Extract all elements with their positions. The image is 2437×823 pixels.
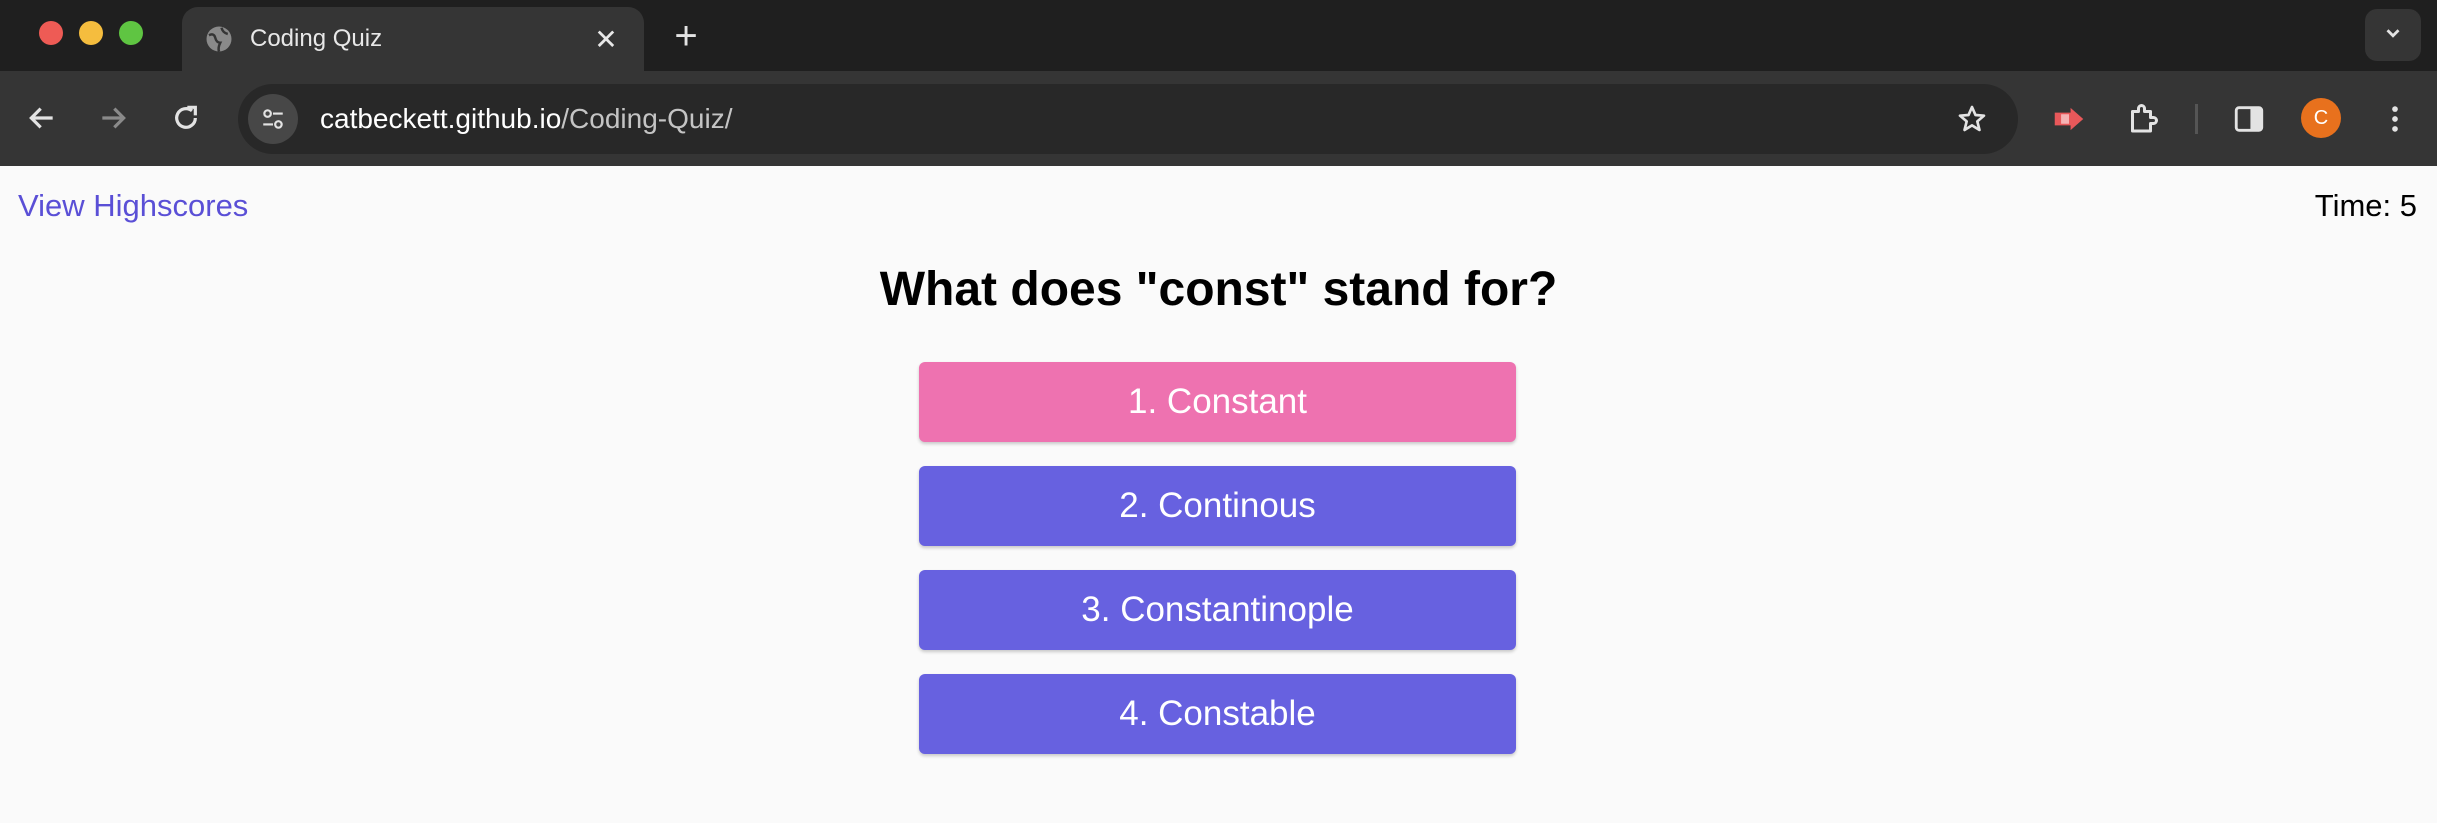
url-host: catbeckett.github.io [320,103,562,134]
more-vert-icon[interactable] [2374,98,2416,140]
answer-list: 1. Constant 2. Continous 3. Constantinop… [919,362,1516,778]
tab-bar: Coding Quiz ✕ + [0,0,2437,71]
quiz-page: View Highscores Time: 5 What does "const… [0,166,2437,823]
answer-button-2[interactable]: 2. Continous [919,466,1516,546]
maximize-window-button[interactable] [119,21,143,45]
browser-toolbar: catbeckett.github.io/Coding-Quiz/ C [0,71,2437,166]
tab-active[interactable]: Coding Quiz ✕ [182,7,644,71]
timer: Time: 5 [2314,188,2417,223]
tab-title: Coding Quiz [250,25,383,52]
answer-button-4[interactable]: 4. Constable [919,674,1516,754]
tune-icon[interactable] [248,94,298,144]
address-bar[interactable]: catbeckett.github.io/Coding-Quiz/ [238,84,2018,154]
star-icon[interactable] [1952,99,1992,139]
recorder-extension-icon[interactable] [2048,98,2090,140]
answer-button-3[interactable]: 3. Constantinople [919,570,1516,650]
view-highscores-link[interactable]: View Highscores [18,188,248,224]
globe-icon [204,24,234,54]
avatar[interactable]: C [2301,98,2341,138]
plus-icon[interactable]: + [668,14,704,59]
answer-button-1[interactable]: 1. Constant [919,362,1516,442]
browser-chrome: Coding Quiz ✕ + catbeckett.github.io/Cod… [0,0,2437,166]
url-path: /Coding-Quiz/ [561,103,733,134]
toolbar-separator [2195,104,2198,134]
question-title: What does "const" stand for? [879,263,1558,316]
url-text[interactable]: catbeckett.github.io/Coding-Quiz/ [320,103,1952,135]
window-controls [39,21,143,45]
puzzle-icon[interactable] [2122,98,2164,140]
chevron-down-icon [2382,22,2404,49]
side-panel-icon[interactable] [2228,98,2270,140]
reload-icon[interactable] [166,98,206,138]
minimize-window-button[interactable] [79,21,103,45]
close-icon[interactable]: ✕ [590,23,622,56]
tab-search-button[interactable] [2365,9,2421,61]
forward-icon[interactable] [93,98,133,138]
close-window-button[interactable] [39,21,63,45]
back-icon[interactable] [22,98,62,138]
